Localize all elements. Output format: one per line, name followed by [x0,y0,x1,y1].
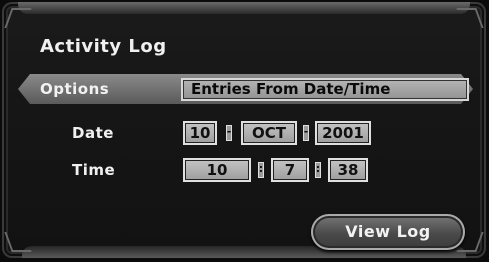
time-label: Time [72,161,116,179]
date-label: Date [72,124,114,142]
options-select[interactable]: Entries From Date/Time [181,78,469,101]
time-second-field[interactable]: 38 [328,158,368,182]
view-log-button[interactable]: View Log [311,214,465,250]
panel-bezel-top [18,2,470,14]
date-month-field[interactable]: OCT [241,121,297,145]
date-separator: - [226,125,232,141]
corner-ornament [4,8,32,28]
corner-ornament [456,8,484,28]
time-separator: : [258,162,264,178]
time-separator: : [315,162,321,178]
corner-ornament [4,232,32,252]
options-label: Options [40,80,110,98]
date-separator: - [303,125,309,141]
date-day-field[interactable]: 10 [183,121,217,145]
date-year-field[interactable]: 2001 [315,121,371,145]
time-minute-field[interactable]: 7 [271,158,309,182]
time-hour-field[interactable]: 10 [183,158,251,182]
panel-title: Activity Log [40,36,167,57]
